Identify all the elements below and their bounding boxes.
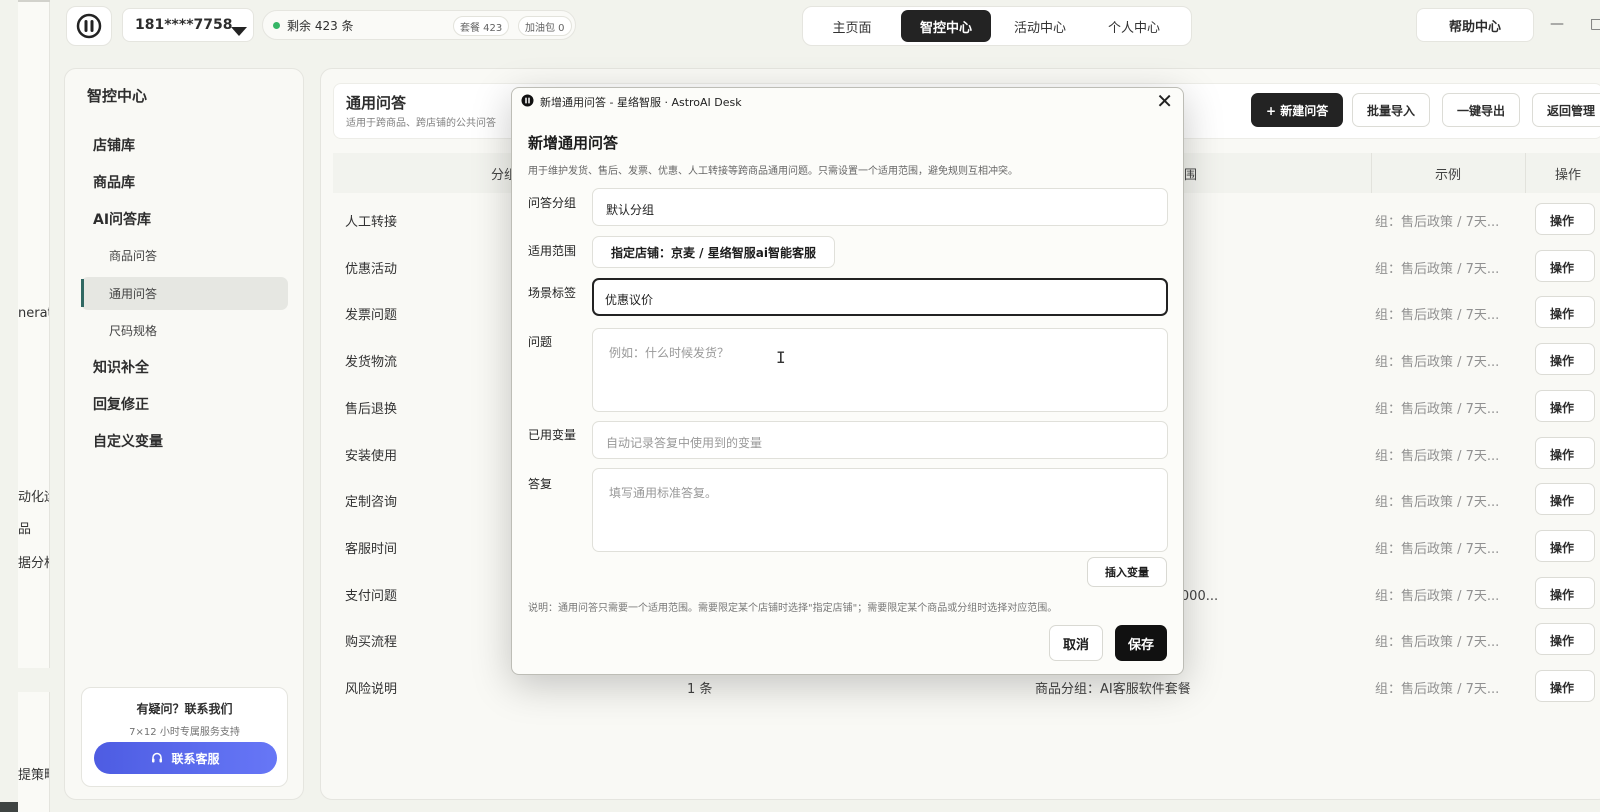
cancel-button[interactable]: 取消 [1049, 625, 1103, 661]
label-vars: 已用变量 [528, 428, 577, 442]
dialog-description: 用于维护发货、售后、发票、优惠、人工转接等跨商品通用问题。只需设置一个适用范围，… [528, 166, 1018, 177]
answer-textarea[interactable]: 填写通用标准答复。 [592, 468, 1168, 552]
dialog-note: 说明：通用问答只需要一个适用范围。需要限定某个店铺时选择"指定店铺"；需要限定某… [528, 603, 1058, 614]
used-vars-field[interactable]: 自动记录答复中使用到的变量 [592, 421, 1168, 459]
label-group: 问答分组 [528, 196, 577, 210]
question-textarea[interactable]: 例如：什么时候发货？ [592, 328, 1168, 412]
group-field[interactable]: 默认分组 [592, 188, 1168, 226]
insert-variable-button[interactable]: 插入变量 [1087, 557, 1167, 587]
text-cursor-icon: I [776, 348, 786, 367]
scene-tag-input[interactable]: 优惠议价 [592, 278, 1168, 316]
dialog-heading: 新增通用问答 [528, 134, 619, 152]
save-button[interactable]: 保存 [1115, 625, 1167, 661]
app-logo-icon [521, 94, 534, 107]
scope-selector[interactable]: 指定店铺：京麦 / 星络智服ai智能客服 [592, 236, 835, 268]
label-question: 问题 [528, 335, 553, 349]
close-icon[interactable]: ✕ [1156, 89, 1173, 113]
dialog-titlebar: 新增通用问答 - 星络智服 · AstroAI Desk ✕ [512, 88, 1183, 114]
new-qa-dialog: 新增通用问答 - 星络智服 · AstroAI Desk ✕ 新增通用问答 用于… [511, 87, 1184, 675]
label-scope: 适用范围 [528, 244, 577, 258]
label-tag: 场景标签 [528, 286, 577, 300]
dialog-window-title: 新增通用问答 - 星络智服 · AstroAI Desk [540, 96, 742, 109]
label-answer: 答复 [528, 477, 553, 491]
